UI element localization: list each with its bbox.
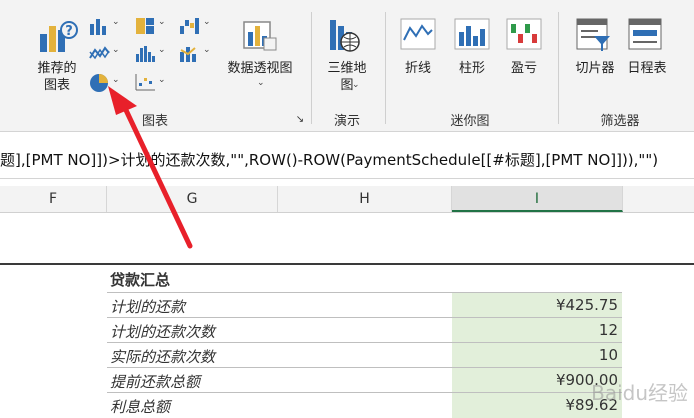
watermark: Baidu经验 [591,381,688,405]
annotation-arrow [108,86,193,249]
